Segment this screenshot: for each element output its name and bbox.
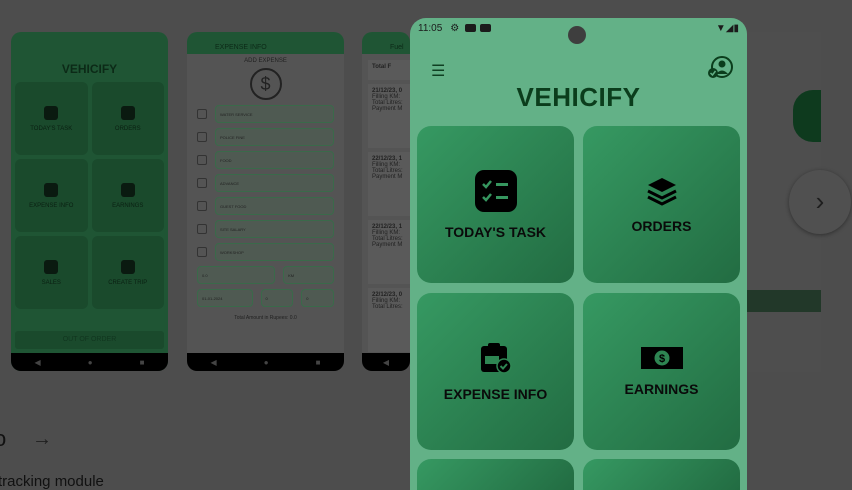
thumb-fuel-card: 22/12/23, 1 Filling KM: Total Litres: Paym… <box>368 220 410 284</box>
thumb-total: Total Amount in Rupees: 0.0 <box>234 315 297 321</box>
thumb-header: EXPENSE INFO <box>215 44 267 51</box>
tile-earnings[interactable]: $ EARNINGS <box>583 293 740 450</box>
thumb-app-title: VEHICIFY <box>61 62 118 76</box>
thumb-out-of-order: OUT OF ORDER <box>15 331 164 349</box>
thumb-field: WATER SERVICE <box>215 105 334 123</box>
thumb-tile: EARNINGS <box>91 159 164 232</box>
thumb-fuel-card: 22/12/23, 1 Filling KM: Total Litres: Paym… <box>368 152 410 216</box>
tile-expense-info[interactable]: EXPENSE INFO <box>417 293 574 450</box>
tile-create-trip[interactable] <box>583 459 740 490</box>
screenshot-thumbnail-expense[interactable]: EXPENSE INFO ADD EXPENSE $ WATER SERVICE… <box>187 32 344 371</box>
dollar-icon: $ <box>249 68 282 100</box>
thumb-tile: SALES <box>15 236 88 309</box>
hamburger-menu-icon[interactable]: ☰ <box>431 61 445 81</box>
tile-label: TODAY'S TASK <box>444 223 547 240</box>
settings-icon: ⚙ <box>450 22 460 34</box>
tile-label: EARNINGS <box>624 380 699 397</box>
thumb-tile: CREATE TRIP <box>91 236 164 309</box>
thumb-field: ADVANCE <box>215 174 334 192</box>
account-verified-icon[interactable] <box>706 56 734 80</box>
tile-sales[interactable] <box>417 459 574 490</box>
dollar-bill-icon: $ <box>640 346 683 369</box>
clipboard-money-icon <box>480 342 512 374</box>
section-heading: o <box>0 426 7 451</box>
arrow-right-icon[interactable]: → <box>32 426 52 452</box>
thumb-tile: TODAY'S TASK <box>15 82 88 155</box>
tile-label: EXPENSE INFO <box>443 385 548 402</box>
expanded-screenshot: 11:05 ⚙ ▼◢▮ ☰ VEHICIFY TODAY'S TASK ORDE… <box>410 18 747 490</box>
thumb-field: GUEST FOOD <box>215 197 334 215</box>
checklist-icon <box>474 169 517 212</box>
layers-icon <box>646 177 677 206</box>
tile-todays-task[interactable]: TODAY'S TASK <box>417 126 574 283</box>
tile-label: ORDERS <box>631 217 692 234</box>
thumb-fuel-card: 21/12/23, 0 Filling KM: Total Litres: Paym… <box>368 84 410 148</box>
app-description: tracking module <box>0 473 104 490</box>
thumb-subtitle: ADD EXPENSE <box>244 58 287 64</box>
svg-text:$: $ <box>658 353 664 365</box>
thumb-tile: ORDERS <box>91 82 164 155</box>
screenshot-thumbnail-fuel[interactable]: Fuel Total F 21/12/23, 0 Filling KM: Tota… <box>362 32 410 371</box>
next-screenshot-button[interactable]: › <box>789 170 851 234</box>
youtube-icon <box>480 24 492 32</box>
thumb-field: POLICE FINE <box>215 128 334 146</box>
youtube-icon <box>465 24 477 32</box>
app-title: VEHICIFY <box>516 82 641 112</box>
thumb-field: SITE SALARY <box>215 220 334 238</box>
screenshot-thumbnail-home[interactable]: VEHICIFY TODAY'S TASK ORDERS EXPENSE INF… <box>11 32 168 371</box>
tile-orders[interactable]: ORDERS <box>583 126 740 283</box>
thumb-tile: EXPENSE INFO <box>15 159 88 232</box>
thumb-field: WORKSHOP <box>215 243 334 261</box>
cloud-logo-icon <box>793 90 821 142</box>
camera-cutout <box>568 26 586 44</box>
wifi-signal-battery-icon: ▼◢▮ <box>715 22 739 34</box>
thumb-fuel-card: 22/12/23, 0 Filling KM: Total Litres: <box>368 288 410 352</box>
status-time: 11:05 <box>418 22 443 34</box>
thumb-field: FOOD <box>215 151 334 169</box>
